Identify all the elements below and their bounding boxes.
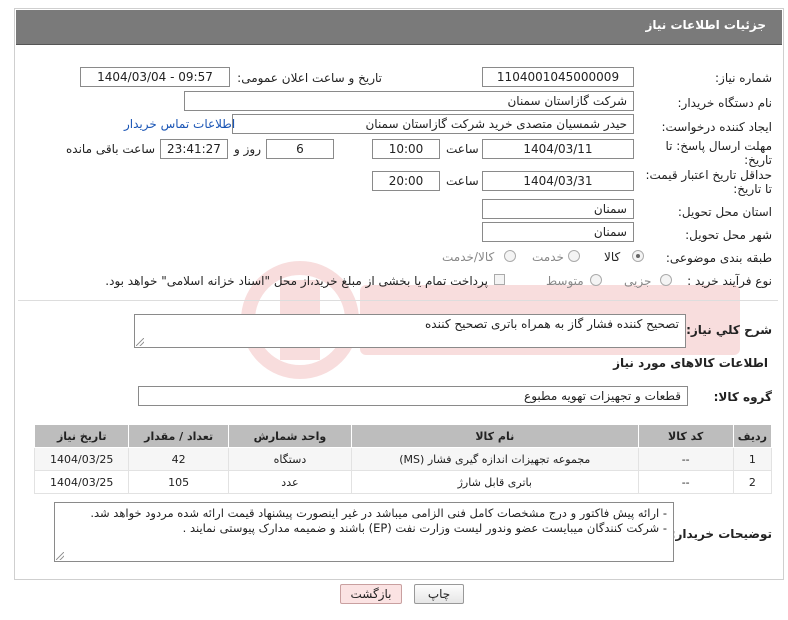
reply-time-label: ساعت	[446, 142, 479, 156]
category-radio-service[interactable]	[568, 250, 580, 262]
reply-deadline-label-1: مهلت ارسال پاسخ: تا	[665, 139, 772, 153]
cell-goods-code: --	[637, 470, 734, 494]
cell-need-date: 1404/03/25	[33, 470, 130, 494]
price-validity-date: 1404/03/31	[482, 171, 634, 191]
process-radio-medium[interactable]	[590, 274, 602, 286]
treasury-note: پرداخت تمام یا بخشی از مبلغ خرید،از محل …	[105, 274, 488, 288]
reply-days-field: 6	[266, 139, 334, 159]
cell-row-number: 1	[732, 447, 773, 471]
buyer-org-label: نام دستگاه خریدار:	[677, 96, 773, 110]
remaining-time-label: ساعت باقی مانده	[66, 142, 156, 156]
goods-table: ردیف کد کالا نام کالا واحد شمارش تعداد /…	[33, 424, 773, 494]
resize-handle-icon[interactable]	[56, 552, 64, 560]
category-radio-goods[interactable]	[632, 250, 644, 262]
category-radio-both[interactable]	[504, 250, 516, 262]
col-goods-name: نام کالا	[350, 424, 639, 448]
category-option-goods: کالا	[604, 250, 621, 264]
description-label: شرح کلي نياز:	[686, 323, 772, 337]
reply-deadline-date: 1404/03/11	[482, 139, 634, 159]
buyer-contact-link[interactable]: اطلاعات تماس خریدار	[124, 117, 235, 131]
buyer-notes-label: توضیحات خریدار:	[670, 527, 772, 541]
remaining-time-field: 23:41:27	[160, 139, 228, 159]
panel-title: جزئیات اطلاعات نیاز	[645, 18, 766, 32]
col-goods-code: کد کالا	[637, 424, 734, 448]
cell-quantity: 42	[128, 447, 229, 471]
resize-handle-icon[interactable]	[136, 338, 144, 346]
table-header-row: ردیف کد کالا نام کالا واحد شمارش تعداد /…	[33, 424, 773, 448]
col-unit: واحد شمارش	[227, 424, 352, 448]
process-option-minor: جزیی	[624, 274, 652, 288]
goods-group-label: گروه کالا:	[713, 390, 772, 404]
category-option-both: کالا/خدمت	[442, 250, 495, 264]
delivery-city-field: سمنان	[482, 222, 634, 242]
treasury-checkbox[interactable]	[494, 274, 505, 285]
goods-group-field: قطعات و تجهیزات تهویه مطبوع	[138, 386, 688, 406]
buyer-notes-line-1: - ارائه پیش فاکتور و درج مشخصات کامل فنی…	[90, 506, 667, 520]
reply-deadline-time: 10:00	[372, 139, 440, 159]
cell-row-number: 2	[732, 470, 773, 494]
buyer-notes-field: - ارائه پیش فاکتور و درج مشخصات کامل فنی…	[54, 502, 674, 562]
price-validity-label-1: حداقل تاریخ اعتبار قیمت:	[645, 168, 772, 182]
table-row: 1 -- مجموعه تجهیزات اندازه گیری فشار (MS…	[33, 447, 773, 471]
reply-deadline-label-2: تاریخ:	[744, 153, 772, 167]
category-label: طبقه بندی موضوعی:	[665, 251, 772, 265]
section-divider	[18, 300, 778, 301]
col-row-number: ردیف	[732, 424, 773, 448]
cell-unit: عدد	[227, 470, 352, 494]
requester-field: حیدر شمسیان متصدی خرید شرکت گازاستان سمن…	[232, 114, 634, 134]
cell-quantity: 105	[128, 470, 229, 494]
cell-need-date: 1404/03/25	[33, 447, 130, 471]
delivery-city-label: شهر محل تحویل:	[685, 228, 772, 242]
table-row: 2 -- باتری قابل شارژ عدد 105 1404/03/25	[33, 470, 773, 494]
price-validity-time: 20:00	[372, 171, 440, 191]
col-quantity: تعداد / مقدار	[128, 424, 229, 448]
cell-goods-code: --	[637, 447, 734, 471]
reply-days-label: روز و	[234, 142, 261, 156]
announce-datetime-label: تاریخ و ساعت اعلان عمومی:	[237, 71, 382, 85]
category-option-service: خدمت	[532, 250, 564, 264]
description-text: تصحیح کننده فشار گاز به همراه باتری تصحی…	[424, 317, 679, 331]
need-number-field: 1104001045000009	[482, 67, 634, 87]
cell-goods-name: مجموعه تجهیزات اندازه گیری فشار (MS)	[350, 447, 639, 471]
print-button[interactable]: چاپ	[414, 584, 464, 604]
goods-section-title: اطلاعات کالاهای مورد نیاز	[613, 356, 768, 370]
process-radio-minor[interactable]	[660, 274, 672, 286]
process-option-medium: متوسط	[546, 274, 584, 288]
buyer-notes-line-2: - شرکت کنندگان میبایست عضو وندور لیست وز…	[182, 521, 667, 535]
cell-unit: دستگاه	[227, 447, 352, 471]
price-validity-time-label: ساعت	[446, 174, 479, 188]
delivery-province-field: سمنان	[482, 199, 634, 219]
col-need-date: تاریخ نیاز	[33, 424, 130, 448]
cell-goods-name: باتری قابل شارژ	[350, 470, 639, 494]
back-button[interactable]: بازگشت	[340, 584, 402, 604]
announce-datetime-field: 1404/03/04 - 09:57	[80, 67, 230, 87]
price-validity-label-2: تا تاریخ:	[733, 182, 772, 196]
delivery-province-label: استان محل تحویل:	[677, 205, 772, 219]
requester-label: ایجاد کننده درخواست:	[661, 120, 772, 134]
purchase-process-label: نوع فرآیند خرید :	[687, 274, 772, 288]
need-number-label: شماره نیاز:	[715, 71, 772, 85]
description-field: تصحیح کننده فشار گاز به همراه باتری تصحی…	[134, 314, 686, 348]
buyer-org-field: شرکت گازاستان سمنان	[184, 91, 634, 111]
